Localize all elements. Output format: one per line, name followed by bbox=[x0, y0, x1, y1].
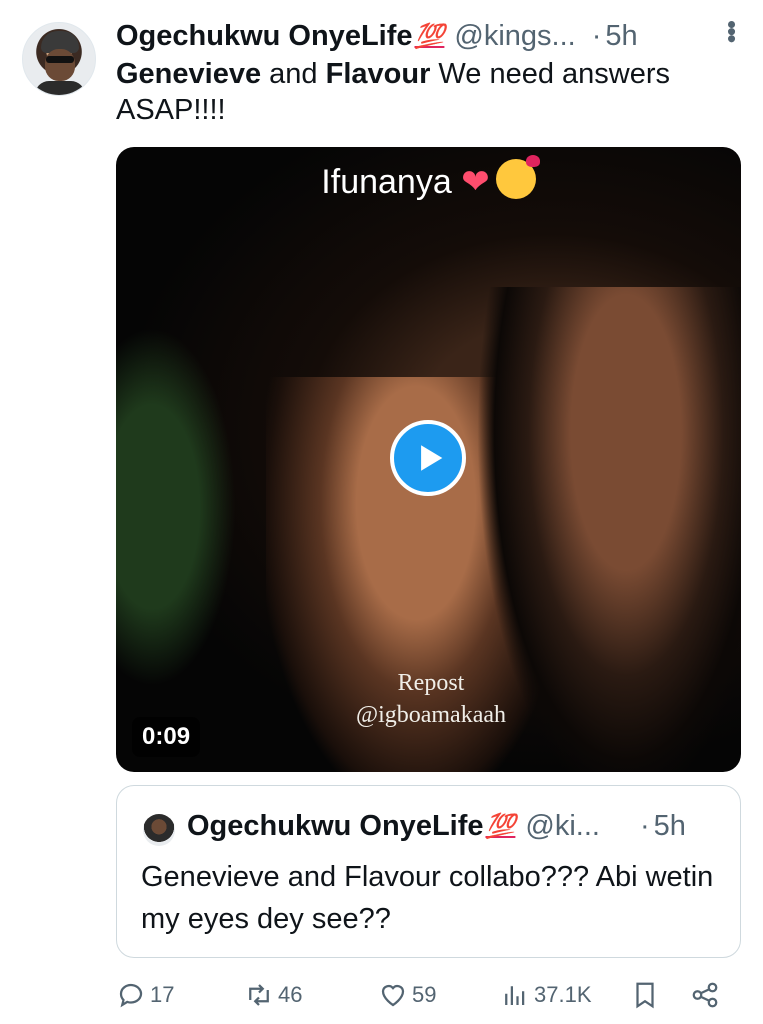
smiling-hearts-emoji-icon bbox=[495, 155, 540, 199]
play-icon bbox=[420, 445, 442, 471]
video-player[interactable]: Ifunanya ❤ Repost @igboamakaah 0:09 bbox=[116, 147, 741, 772]
watermark-line1: Repost bbox=[397, 670, 465, 696]
hundred-emoji: 💯 bbox=[414, 22, 445, 50]
tweet-actions: 17 46 59 37.1K bbox=[116, 975, 728, 1015]
quoted-tweet[interactable]: Ogechukwu OnyeLife 💯 @ki... · 5h Genevie… bbox=[116, 785, 741, 958]
avatar-glasses bbox=[46, 56, 74, 63]
mention-genevieve: Genevieve bbox=[116, 58, 262, 90]
repost-button[interactable]: 46 bbox=[244, 980, 302, 1010]
reply-icon bbox=[119, 983, 143, 1008]
video-caption: Ifunanya ❤ bbox=[116, 155, 741, 202]
quote-header: Ogechukwu OnyeLife 💯 @ki... · 5h bbox=[187, 810, 720, 843]
mention-flavour: Flavour bbox=[325, 58, 431, 90]
share-icon bbox=[692, 982, 718, 1008]
bookmark-icon bbox=[636, 982, 654, 1009]
repost-count: 46 bbox=[278, 982, 303, 1007]
author-handle[interactable]: @kings... bbox=[454, 20, 575, 53]
like-count: 59 bbox=[412, 982, 437, 1007]
video-caption-text: Ifunanya bbox=[321, 163, 452, 201]
text-and: and bbox=[261, 58, 326, 90]
heart-icon: ❤ bbox=[461, 163, 490, 201]
views-icon bbox=[505, 986, 525, 1005]
bookmark-button[interactable] bbox=[630, 980, 660, 1010]
more-icon[interactable]: ••• bbox=[717, 20, 747, 41]
video-foliage bbox=[116, 327, 236, 687]
quote-author-name: Ogechukwu OnyeLife bbox=[187, 810, 484, 842]
quote-author-avatar bbox=[143, 814, 175, 846]
author-name[interactable]: Ogechukwu OnyeLife bbox=[116, 20, 413, 53]
reply-button[interactable]: 17 bbox=[116, 980, 174, 1010]
tweet-text: Genevieve and Flavour We need answers AS… bbox=[116, 56, 746, 128]
tweet-time[interactable]: 5h bbox=[605, 20, 637, 53]
separator-dot: · bbox=[591, 19, 602, 52]
quote-time: 5h bbox=[653, 810, 686, 842]
watermark-line2: @igboamakaah bbox=[355, 702, 507, 728]
reply-count: 17 bbox=[150, 982, 175, 1007]
avatar-face bbox=[45, 49, 75, 81]
quote-hundred-emoji: 💯 bbox=[485, 813, 516, 840]
avatar-body bbox=[35, 81, 85, 95]
share-button[interactable] bbox=[690, 980, 720, 1010]
views-button[interactable]: 37.1K bbox=[500, 980, 592, 1010]
quote-author-handle: @ki... bbox=[525, 810, 600, 842]
video-watermark: Repost @igboamakaah bbox=[336, 667, 526, 731]
quote-text: Genevieve and Flavour collabo??? Abi wet… bbox=[141, 861, 714, 935]
repost-icon bbox=[249, 984, 269, 1006]
tweet-header: Ogechukwu OnyeLife 💯 @kings... · 5h ••• bbox=[116, 16, 747, 56]
like-icon bbox=[381, 984, 405, 1007]
author-avatar[interactable] bbox=[22, 22, 96, 96]
play-button[interactable] bbox=[390, 420, 466, 496]
quote-separator-dot: · bbox=[639, 810, 650, 842]
like-button[interactable]: 59 bbox=[378, 980, 436, 1010]
views-count: 37.1K bbox=[534, 982, 592, 1007]
video-duration: 0:09 bbox=[132, 717, 201, 757]
